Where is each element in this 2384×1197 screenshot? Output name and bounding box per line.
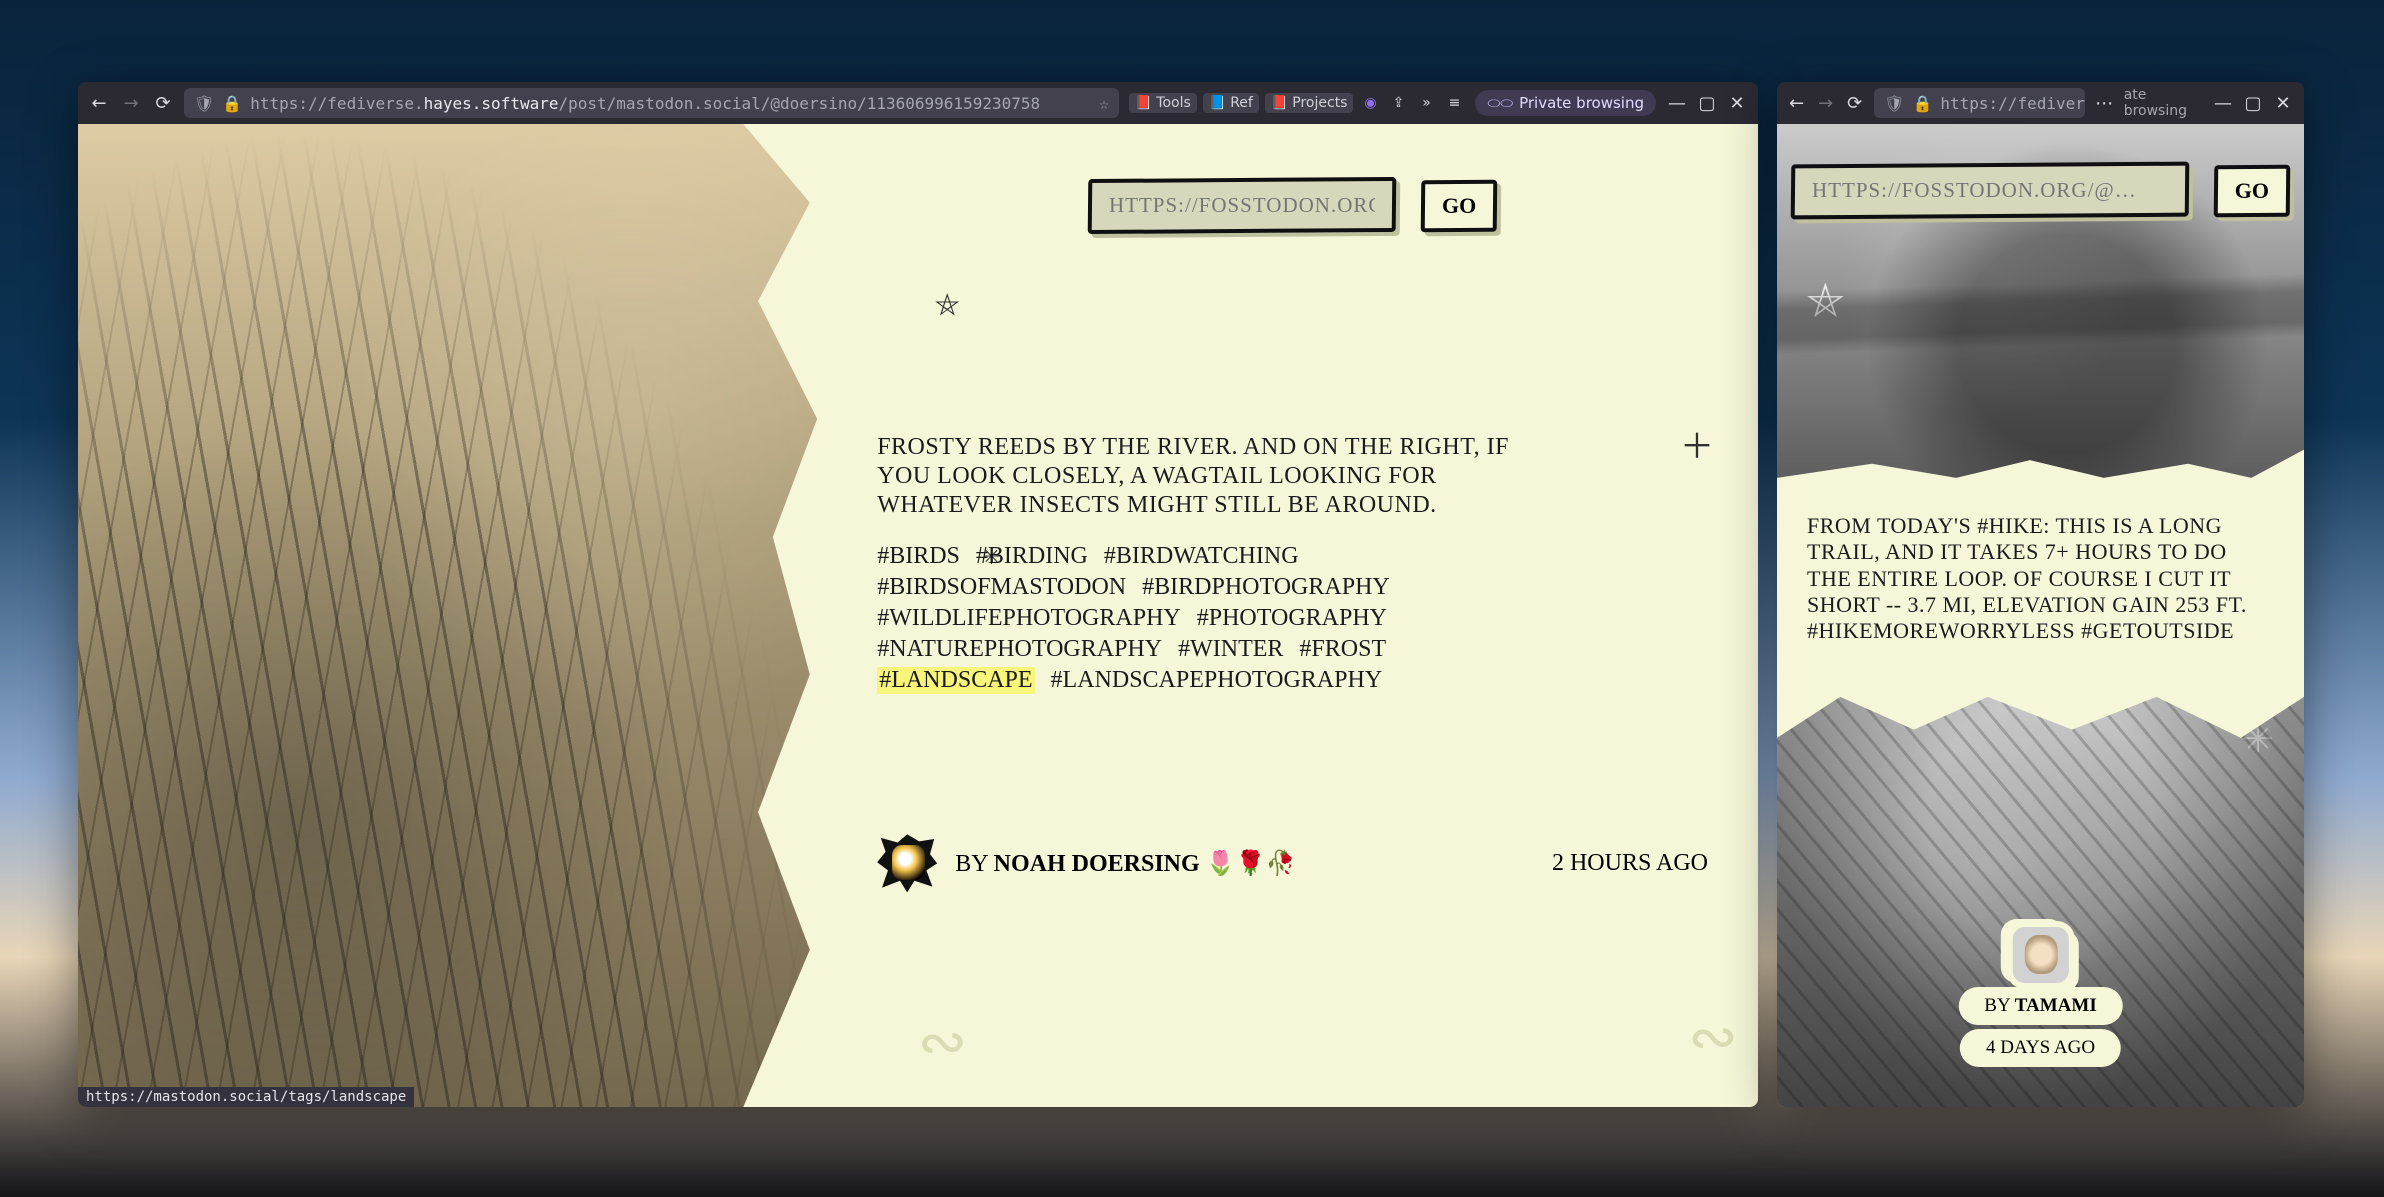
by-label: by — [955, 851, 987, 877]
post-meta-a: by Noah Doersing 🌷🌹🥀 2 hours ago — [877, 834, 1708, 892]
go-button[interactable]: Go — [1424, 183, 1494, 229]
tag[interactable]: #naturephotography — [877, 636, 1162, 663]
close-icon[interactable]: ✕ — [1726, 92, 1748, 114]
url-input[interactable] — [1794, 166, 2186, 215]
tag[interactable]: #birdsofmastodon — [877, 574, 1126, 601]
search-form-a: Go — [877, 178, 1708, 233]
maximize-icon[interactable]: ▢ — [2242, 92, 2264, 114]
author-a[interactable]: Noah Doersing — [994, 851, 1200, 877]
swirl-doodle-a: ∾ — [917, 1007, 967, 1077]
reload-icon[interactable]: ⟳ — [1845, 92, 1864, 114]
browser-toolbar-a: ← → ⟳ 🛡︎ 🔒 https://fediverse.hayes.softw… — [78, 82, 1758, 124]
post-tags-a: #birds #birding #birdwatching #birdsofmasto… — [877, 543, 1557, 694]
swirl-doodle-b: ∾ — [1688, 1002, 1738, 1072]
post-body-a: Frosty reeds by the river. And on the ri… — [877, 433, 1517, 519]
page-b: Go ⛤ From today's #hike: This is a long … — [1777, 124, 2304, 1107]
post-image-a — [78, 124, 817, 1107]
post-body-wrap-b: From today's #hike: This is a long trail… — [1777, 478, 2304, 697]
url-b: https://fediverse — [1940, 94, 2084, 113]
reload-icon[interactable]: ⟳ — [152, 92, 174, 114]
address-bar-b[interactable]: 🛡︎ 🔒 https://fediverse — [1874, 88, 2085, 118]
post-age-b: 4 days ago — [1960, 1029, 2121, 1067]
address-bar-a[interactable]: 🛡︎ 🔒 https://fediverse.hayes.software/po… — [184, 88, 1119, 118]
tag[interactable]: #wildlifephotography — [877, 605, 1181, 632]
private-tail: ate browsing — [2124, 87, 2202, 119]
tag[interactable]: #birds — [877, 543, 960, 570]
tag[interactable]: #winter — [1178, 636, 1283, 663]
shield-icon: 🛡︎ — [194, 94, 214, 113]
bookmark-ref[interactable]: 📘 Ref — [1203, 93, 1259, 113]
go-button[interactable]: Go — [2217, 168, 2287, 214]
close-icon[interactable]: ✕ — [2272, 92, 2294, 114]
tag[interactable]: #birdwatching — [1104, 543, 1299, 570]
mask-icon: ⬭⬭ — [1487, 94, 1513, 112]
page-a: Go ⛤ ＋ ✳︎ ∾ ∾ Frosty reeds by the river.… — [78, 124, 1758, 1107]
ext-icon-a[interactable]: ◉ — [1359, 92, 1381, 114]
bookmark-tools[interactable]: 📕 Tools — [1129, 93, 1197, 113]
bookmark-projects[interactable]: 📕 Projects — [1265, 93, 1354, 113]
browser-toolbar-b: ← → ⟳ 🛡︎ 🔒 https://fediverse ⋯ ate brows… — [1777, 82, 2304, 124]
browser-window-b: ← → ⟳ 🛡︎ 🔒 https://fediverse ⋯ ate brows… — [1777, 82, 2304, 1107]
plus-doodle: ＋ — [1680, 419, 1714, 468]
go-button-wrap: Go — [1421, 180, 1497, 232]
star-doodle: ⛤ — [935, 289, 959, 323]
tag[interactable]: #birdphotography — [1142, 574, 1390, 601]
forward-icon[interactable]: → — [1816, 92, 1835, 114]
forward-icon[interactable]: → — [120, 92, 142, 114]
url-input-wrap — [1088, 178, 1396, 233]
tag[interactable]: #photography — [1197, 605, 1387, 632]
maximize-icon[interactable]: ▢ — [1696, 92, 1718, 114]
back-icon[interactable]: ← — [88, 92, 110, 114]
tag[interactable]: #birding — [976, 543, 1088, 570]
lock-icon: 🔒 — [222, 94, 242, 113]
spark-doodle: ✳︎ — [2242, 717, 2274, 762]
overflow-icon[interactable]: » — [1415, 92, 1437, 114]
search-form-b: Go — [1791, 163, 2290, 218]
shield-icon: 🛡︎ — [1884, 94, 1904, 113]
hamburger-icon[interactable]: ≡ — [1443, 92, 1465, 114]
tag[interactable]: #frost — [1299, 636, 1386, 663]
url-input[interactable] — [1091, 181, 1393, 230]
avatar-b[interactable] — [2012, 927, 2068, 983]
post-age-a: 2 hours ago — [1552, 850, 1708, 877]
back-icon[interactable]: ← — [1787, 92, 1806, 114]
tag[interactable]: #landscapephotography — [1051, 667, 1383, 694]
star-icon[interactable]: ☆ — [1099, 94, 1109, 113]
minimize-icon[interactable]: — — [1666, 92, 1688, 114]
post-meta-b: by Tamami 4 days ago — [1958, 927, 2122, 1067]
lock-icon: 🔒 — [1912, 94, 1932, 113]
post-body-b: From today's #hike: This is a long trail… — [1807, 513, 2274, 645]
url-a: https://fediverse.hayes.software/post/ma… — [250, 94, 1040, 113]
private-browsing-pill: ⬭⬭ Private browsing — [1475, 90, 1656, 116]
status-bar: https://mastodon.social/tags/landscape — [78, 1087, 414, 1107]
bookmark-bar: 📕 Tools 📘 Ref 📕 Projects ◉ ⇪ » ≡ — [1129, 92, 1466, 114]
star-doodle: ⛤ — [1807, 274, 1844, 329]
author-emoji: 🌷🌹🥀 — [1206, 851, 1296, 877]
avatar-a[interactable] — [877, 834, 937, 892]
author-b[interactable]: Tamami — [2015, 995, 2097, 1016]
tag[interactable]: #landscape — [877, 667, 1034, 694]
browser-window-a: ← → ⟳ 🛡︎ 🔒 https://fediverse.hayes.softw… — [78, 82, 1758, 1107]
meatball-icon[interactable]: ⋯ — [2095, 92, 2114, 114]
ext-icon-b[interactable]: ⇪ — [1387, 92, 1409, 114]
minimize-icon[interactable]: — — [2212, 92, 2234, 114]
